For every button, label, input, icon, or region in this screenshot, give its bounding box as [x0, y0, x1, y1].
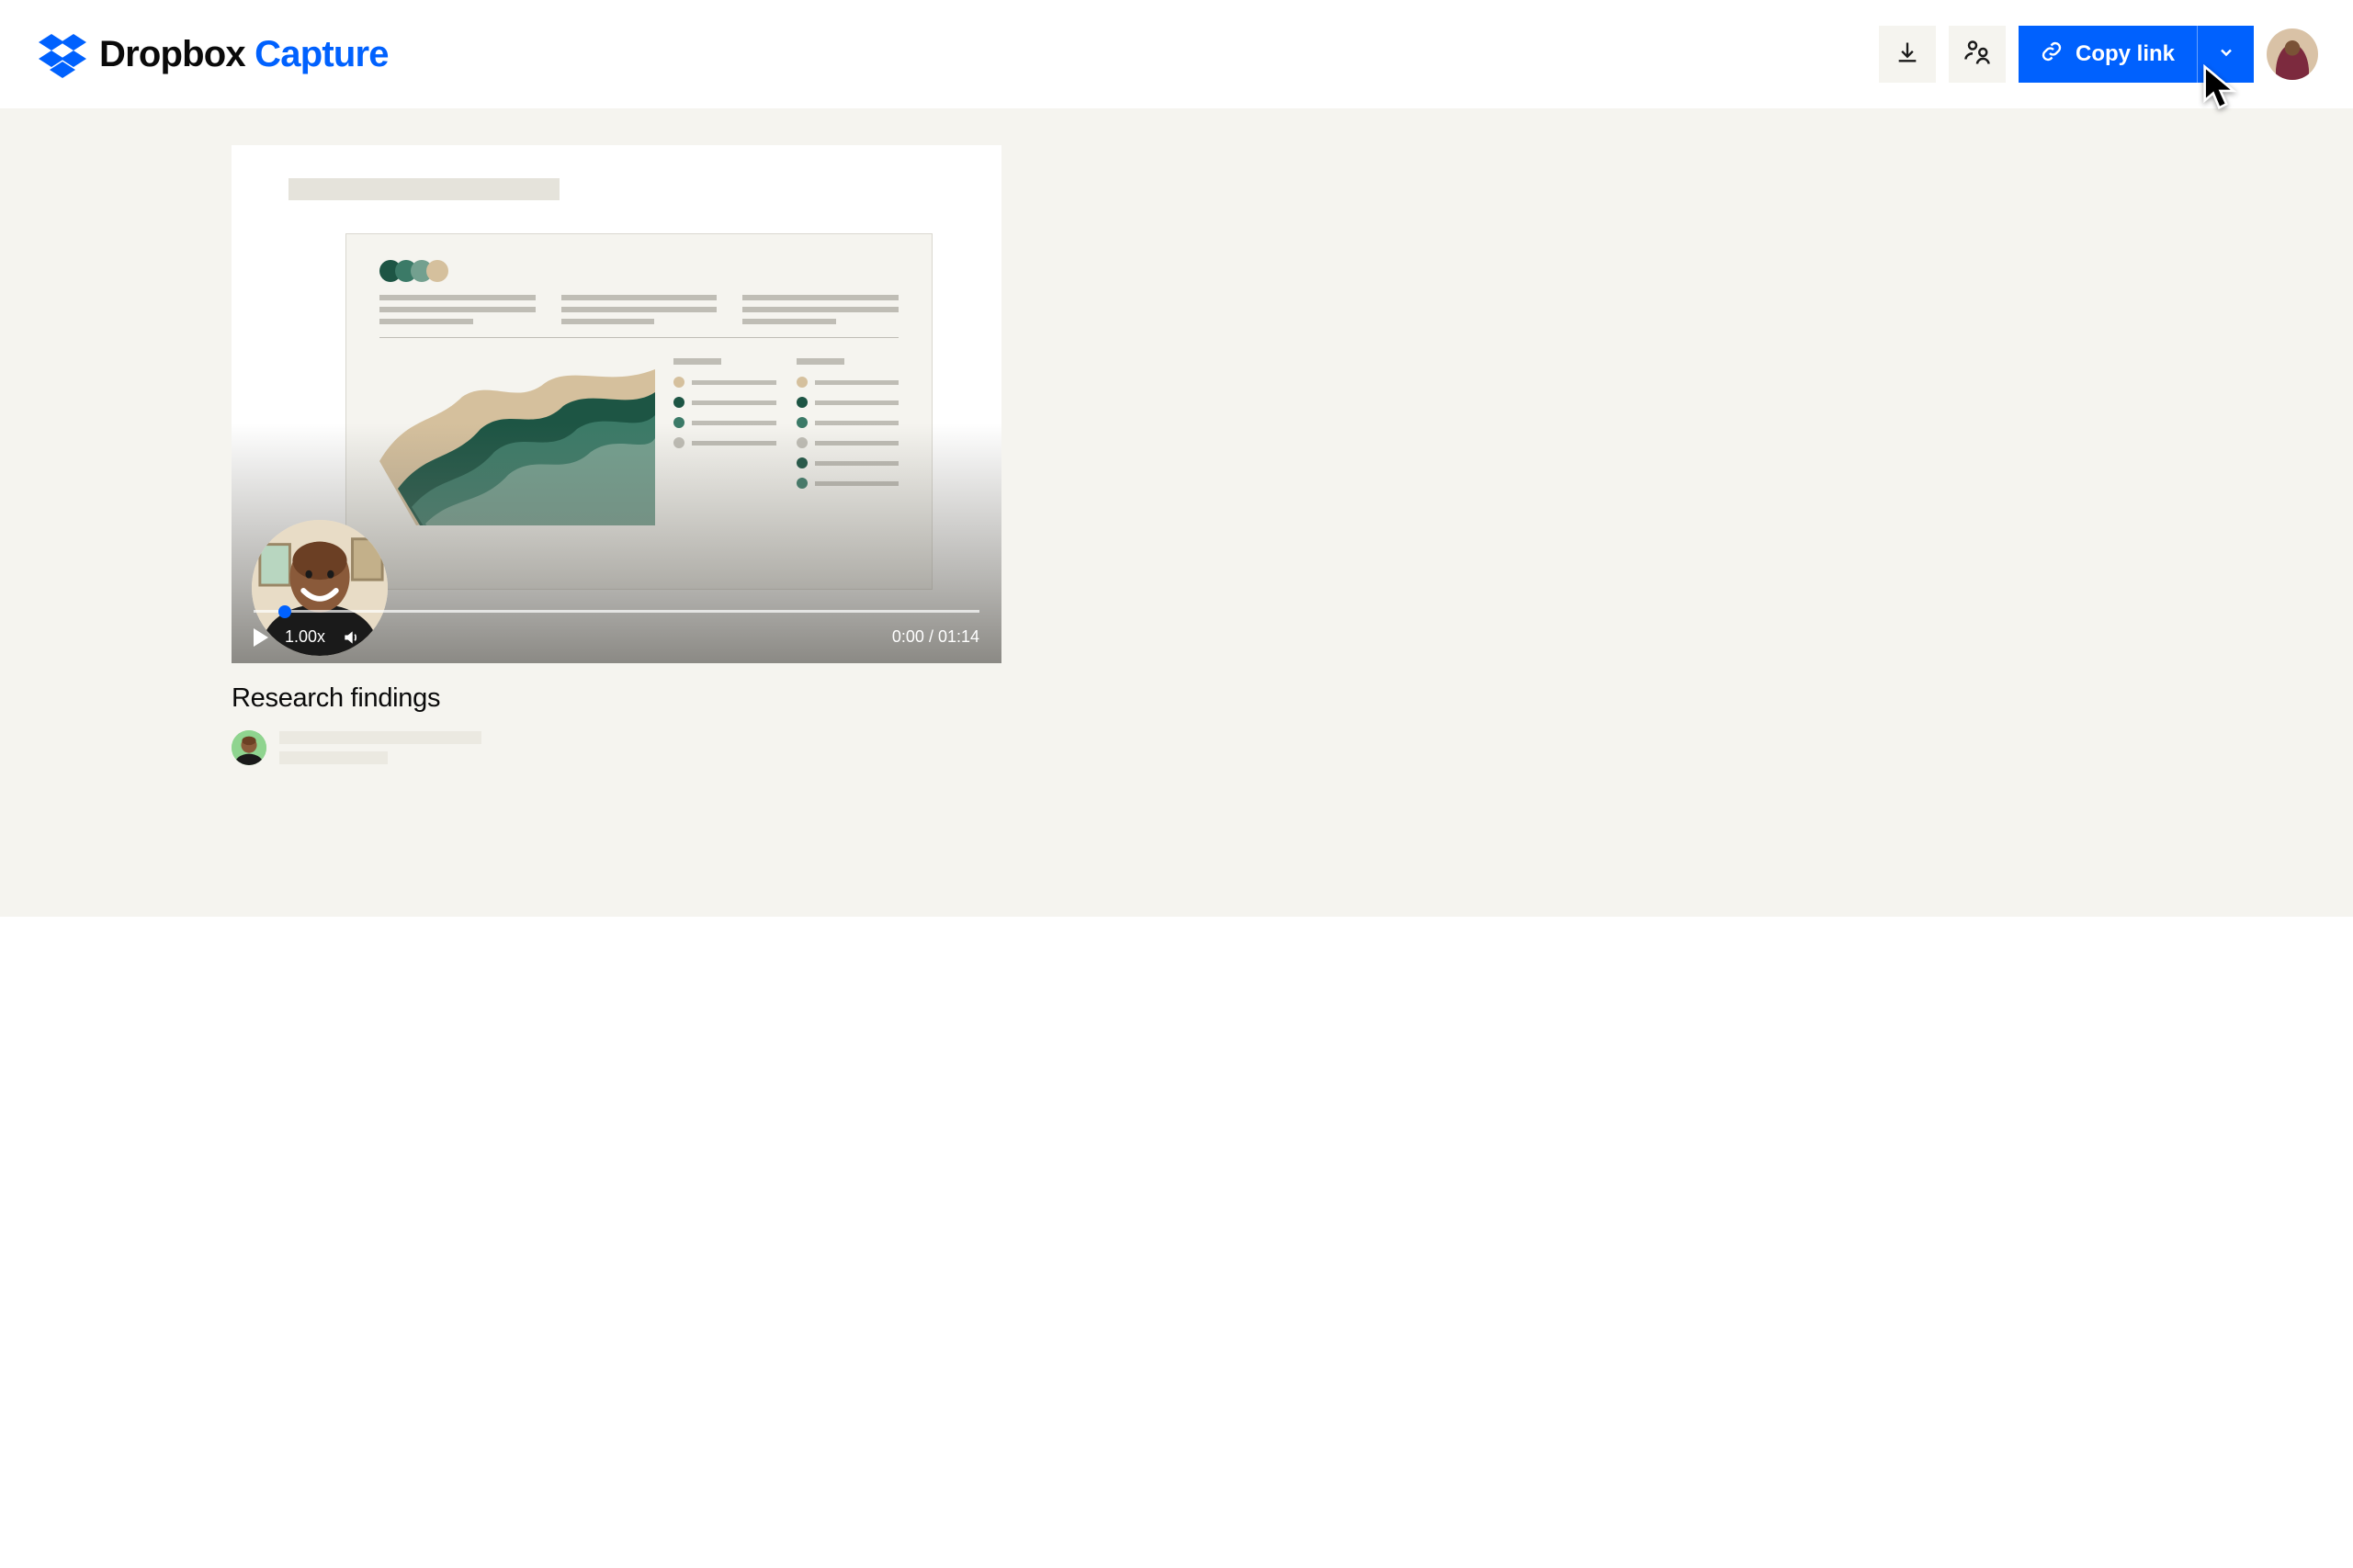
brand-name: Dropbox	[99, 34, 245, 74]
video-player[interactable]: 1.00x 0:00 / 01:14	[232, 145, 1001, 663]
chevron-down-icon	[2217, 43, 2235, 66]
download-icon	[1895, 39, 1920, 70]
avatar-image	[2267, 28, 2318, 80]
playback-speed[interactable]: 1.00x	[285, 627, 325, 647]
share-people-button[interactable]	[1949, 26, 2006, 83]
slide-text-columns	[379, 295, 899, 338]
video-title: Research findings	[232, 683, 1001, 714]
copy-link-button[interactable]: Copy link	[2019, 26, 2197, 83]
swatch-dot	[426, 260, 448, 282]
brand-logo: Dropbox Capture	[39, 30, 389, 78]
download-button[interactable]	[1879, 26, 1936, 83]
author-avatar[interactable]	[232, 730, 266, 765]
product-name: Capture	[255, 34, 389, 74]
copy-link-label: Copy link	[2076, 41, 2175, 67]
brand-wordmark: Dropbox Capture	[99, 34, 389, 75]
app-header: Dropbox Capture	[0, 0, 2353, 108]
color-swatches	[379, 260, 899, 282]
copy-link-group: Copy link	[2019, 26, 2254, 83]
people-icon	[1963, 39, 1991, 71]
dropbox-icon	[39, 30, 86, 78]
author-meta-placeholder	[279, 731, 481, 764]
time-separator: /	[924, 627, 938, 646]
play-button[interactable]	[254, 628, 268, 647]
progress-knob[interactable]	[278, 605, 291, 618]
user-avatar[interactable]	[2267, 28, 2318, 80]
main-area: 1.00x 0:00 / 01:14 Research findin	[0, 108, 2353, 917]
content-column: 1.00x 0:00 / 01:14 Research findin	[232, 145, 1001, 765]
slide-title-placeholder	[288, 178, 560, 200]
progress-bar[interactable]	[254, 610, 979, 613]
time-total: 01:14	[938, 627, 979, 646]
time-current: 0:00	[892, 627, 924, 646]
video-author-row	[232, 730, 1001, 765]
video-controls: 1.00x 0:00 / 01:14	[254, 610, 979, 647]
link-icon	[2041, 40, 2063, 69]
time-display: 0:00 / 01:14	[892, 627, 979, 647]
header-actions: Copy link	[1879, 26, 2318, 83]
copy-link-dropdown[interactable]	[2197, 26, 2254, 83]
volume-button[interactable]	[342, 628, 360, 647]
